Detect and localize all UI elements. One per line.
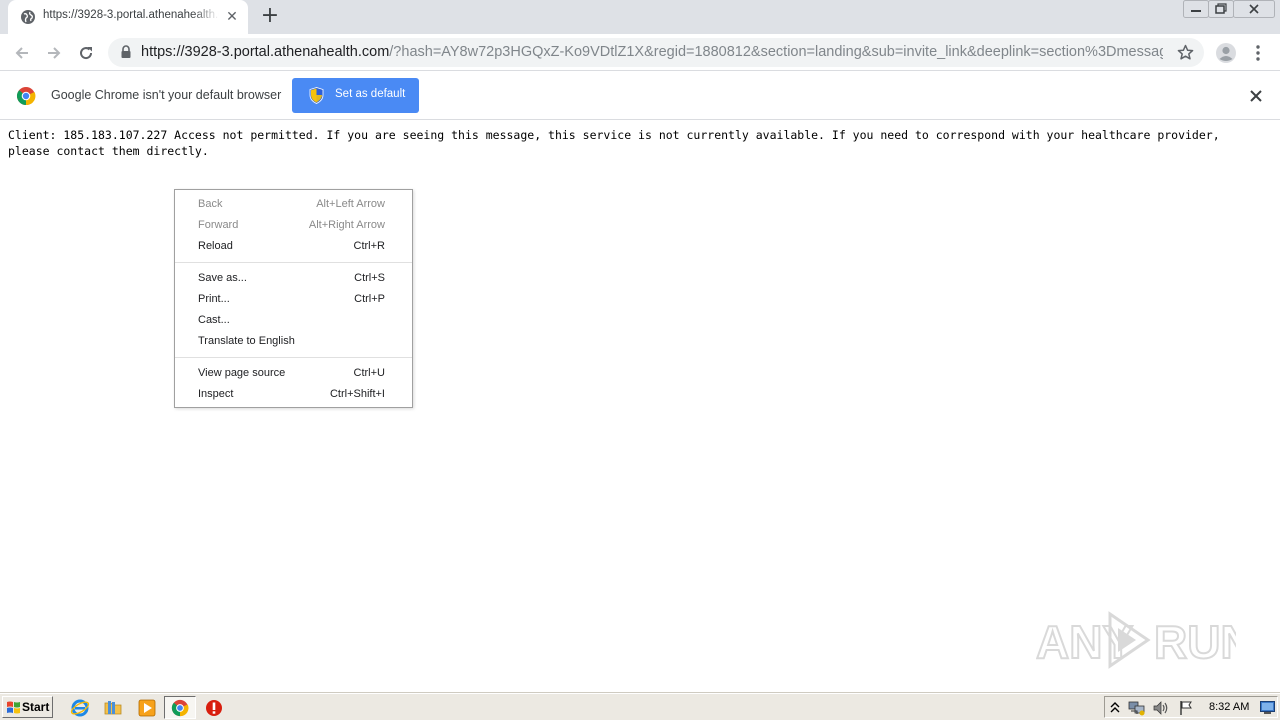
browser-toolbar: https://3928-3.portal.athenahealth.com/?… xyxy=(0,34,1280,71)
chrome-logo-icon xyxy=(17,87,36,106)
stop-icon[interactable] xyxy=(204,698,224,718)
menu-item-shortcut: Ctrl+U xyxy=(353,367,385,379)
menu-separator xyxy=(175,357,412,358)
set-as-default-label: Set as default xyxy=(335,88,406,100)
browser-tab[interactable]: https://3928-3.portal.athenahealth.com/?… xyxy=(8,0,248,34)
menu-item-label: Reload xyxy=(198,240,233,252)
menu-item-shortcut: Ctrl+Shift+I xyxy=(329,388,385,400)
menu-item-save-as[interactable]: Save as... Ctrl+S xyxy=(175,268,412,289)
forward-button[interactable] xyxy=(42,41,66,65)
network-icon[interactable] xyxy=(1128,700,1146,716)
arrow-right-icon xyxy=(48,47,61,59)
reload-icon xyxy=(80,47,93,60)
bookmark-star-icon[interactable] xyxy=(1177,44,1194,61)
show-desktop-icon[interactable] xyxy=(1260,701,1275,714)
url-host: https://3928-3.portal.athenahealth.com xyxy=(141,44,390,60)
new-tab-button[interactable]: + xyxy=(259,5,281,28)
menu-item-label: Inspect xyxy=(198,388,234,400)
menu-item-label: Print... xyxy=(198,293,230,305)
menu-item-label: Translate to English xyxy=(198,335,295,347)
system-tray: 8:32 AM xyxy=(1104,696,1278,718)
menu-item-translate[interactable]: Translate to English xyxy=(175,331,412,352)
internet-explorer-icon[interactable] xyxy=(70,698,90,718)
menu-item-reload[interactable]: Reload Ctrl+R xyxy=(175,236,412,257)
profile-avatar-icon[interactable] xyxy=(1214,41,1238,65)
set-as-default-button[interactable]: Set as default xyxy=(292,78,419,113)
menu-item-inspect[interactable]: Inspect Ctrl+Shift+I xyxy=(175,384,412,405)
address-bar[interactable]: https://3928-3.portal.athenahealth.com/?… xyxy=(108,38,1204,67)
reload-button[interactable] xyxy=(74,41,98,65)
infobar-close-icon[interactable] xyxy=(1247,87,1265,105)
menu-item-view-source[interactable]: View page source Ctrl+U xyxy=(175,363,412,384)
menu-item-label: Save as... xyxy=(198,272,247,284)
menu-item-back[interactable]: Back Alt+Left Arrow xyxy=(175,194,412,215)
chevron-up-icon[interactable] xyxy=(1110,701,1120,714)
uac-shield-icon xyxy=(309,87,324,104)
menu-item-label: Forward xyxy=(198,219,239,231)
anyrun-watermark-logo: ANY RUN xyxy=(1036,611,1236,669)
menu-item-shortcut: Ctrl+R xyxy=(353,240,385,252)
access-denied-message: Client: 185.183.107.227 Access not permi… xyxy=(8,128,1220,158)
start-label: Start xyxy=(22,700,50,714)
infobar-message: Google Chrome isn't your default browser xyxy=(51,88,282,102)
kebab-menu-icon[interactable] xyxy=(1250,41,1266,65)
chrome-icon xyxy=(171,699,189,717)
start-button[interactable]: Start xyxy=(2,696,53,718)
windows-taskbar: Start 8:32 AM xyxy=(0,692,1280,720)
default-browser-infobar: Google Chrome isn't your default browser… xyxy=(0,72,1280,120)
context-menu: Back Alt+Left Arrow Forward Alt+Right Ar… xyxy=(174,189,413,408)
tab-strip: https://3928-3.portal.athenahealth.com/?… xyxy=(0,0,1280,34)
menu-item-label: Cast... xyxy=(198,314,230,326)
menu-item-cast[interactable]: Cast... xyxy=(175,310,412,331)
lock-icon[interactable] xyxy=(120,45,132,59)
menu-item-shortcut: Alt+Right Arrow xyxy=(308,219,385,231)
action-center-flag-icon[interactable] xyxy=(1178,700,1194,716)
chrome-taskbar-button[interactable] xyxy=(164,696,196,719)
back-button[interactable] xyxy=(10,41,34,65)
tab-title: https://3928-3.portal.athenahealth.com/?… xyxy=(43,9,219,21)
restore-icon[interactable] xyxy=(1208,0,1234,18)
arrow-left-icon xyxy=(15,47,28,59)
menu-item-shortcut: Alt+Left Arrow xyxy=(316,198,385,210)
windows-flag-icon xyxy=(7,701,20,714)
menu-item-shortcut: Ctrl+P xyxy=(354,293,385,305)
close-window-icon[interactable] xyxy=(1233,0,1275,18)
menu-item-label: Back xyxy=(198,198,223,210)
minimize-icon[interactable] xyxy=(1183,0,1209,18)
media-player-icon[interactable] xyxy=(137,698,157,718)
svg-text:RUN: RUN xyxy=(1154,616,1236,668)
volume-icon[interactable] xyxy=(1152,700,1170,716)
url-text[interactable]: https://3928-3.portal.athenahealth.com/?… xyxy=(141,44,1163,60)
tab-close-icon[interactable]: ✕ xyxy=(224,9,240,25)
menu-item-forward[interactable]: Forward Alt+Right Arrow xyxy=(175,215,412,236)
url-path: /?hash=AY8w72p3HGQxZ-Ko9VDtlZ1X&regid=18… xyxy=(389,44,1163,60)
globe-icon xyxy=(21,10,35,24)
menu-item-shortcut: Ctrl+S xyxy=(354,272,385,284)
menu-separator xyxy=(175,262,412,263)
taskbar-clock[interactable]: 8:32 AM xyxy=(1209,701,1249,713)
folder-icon[interactable] xyxy=(103,698,123,718)
menu-item-label: View page source xyxy=(198,367,286,379)
menu-item-print[interactable]: Print... Ctrl+P xyxy=(175,289,412,310)
